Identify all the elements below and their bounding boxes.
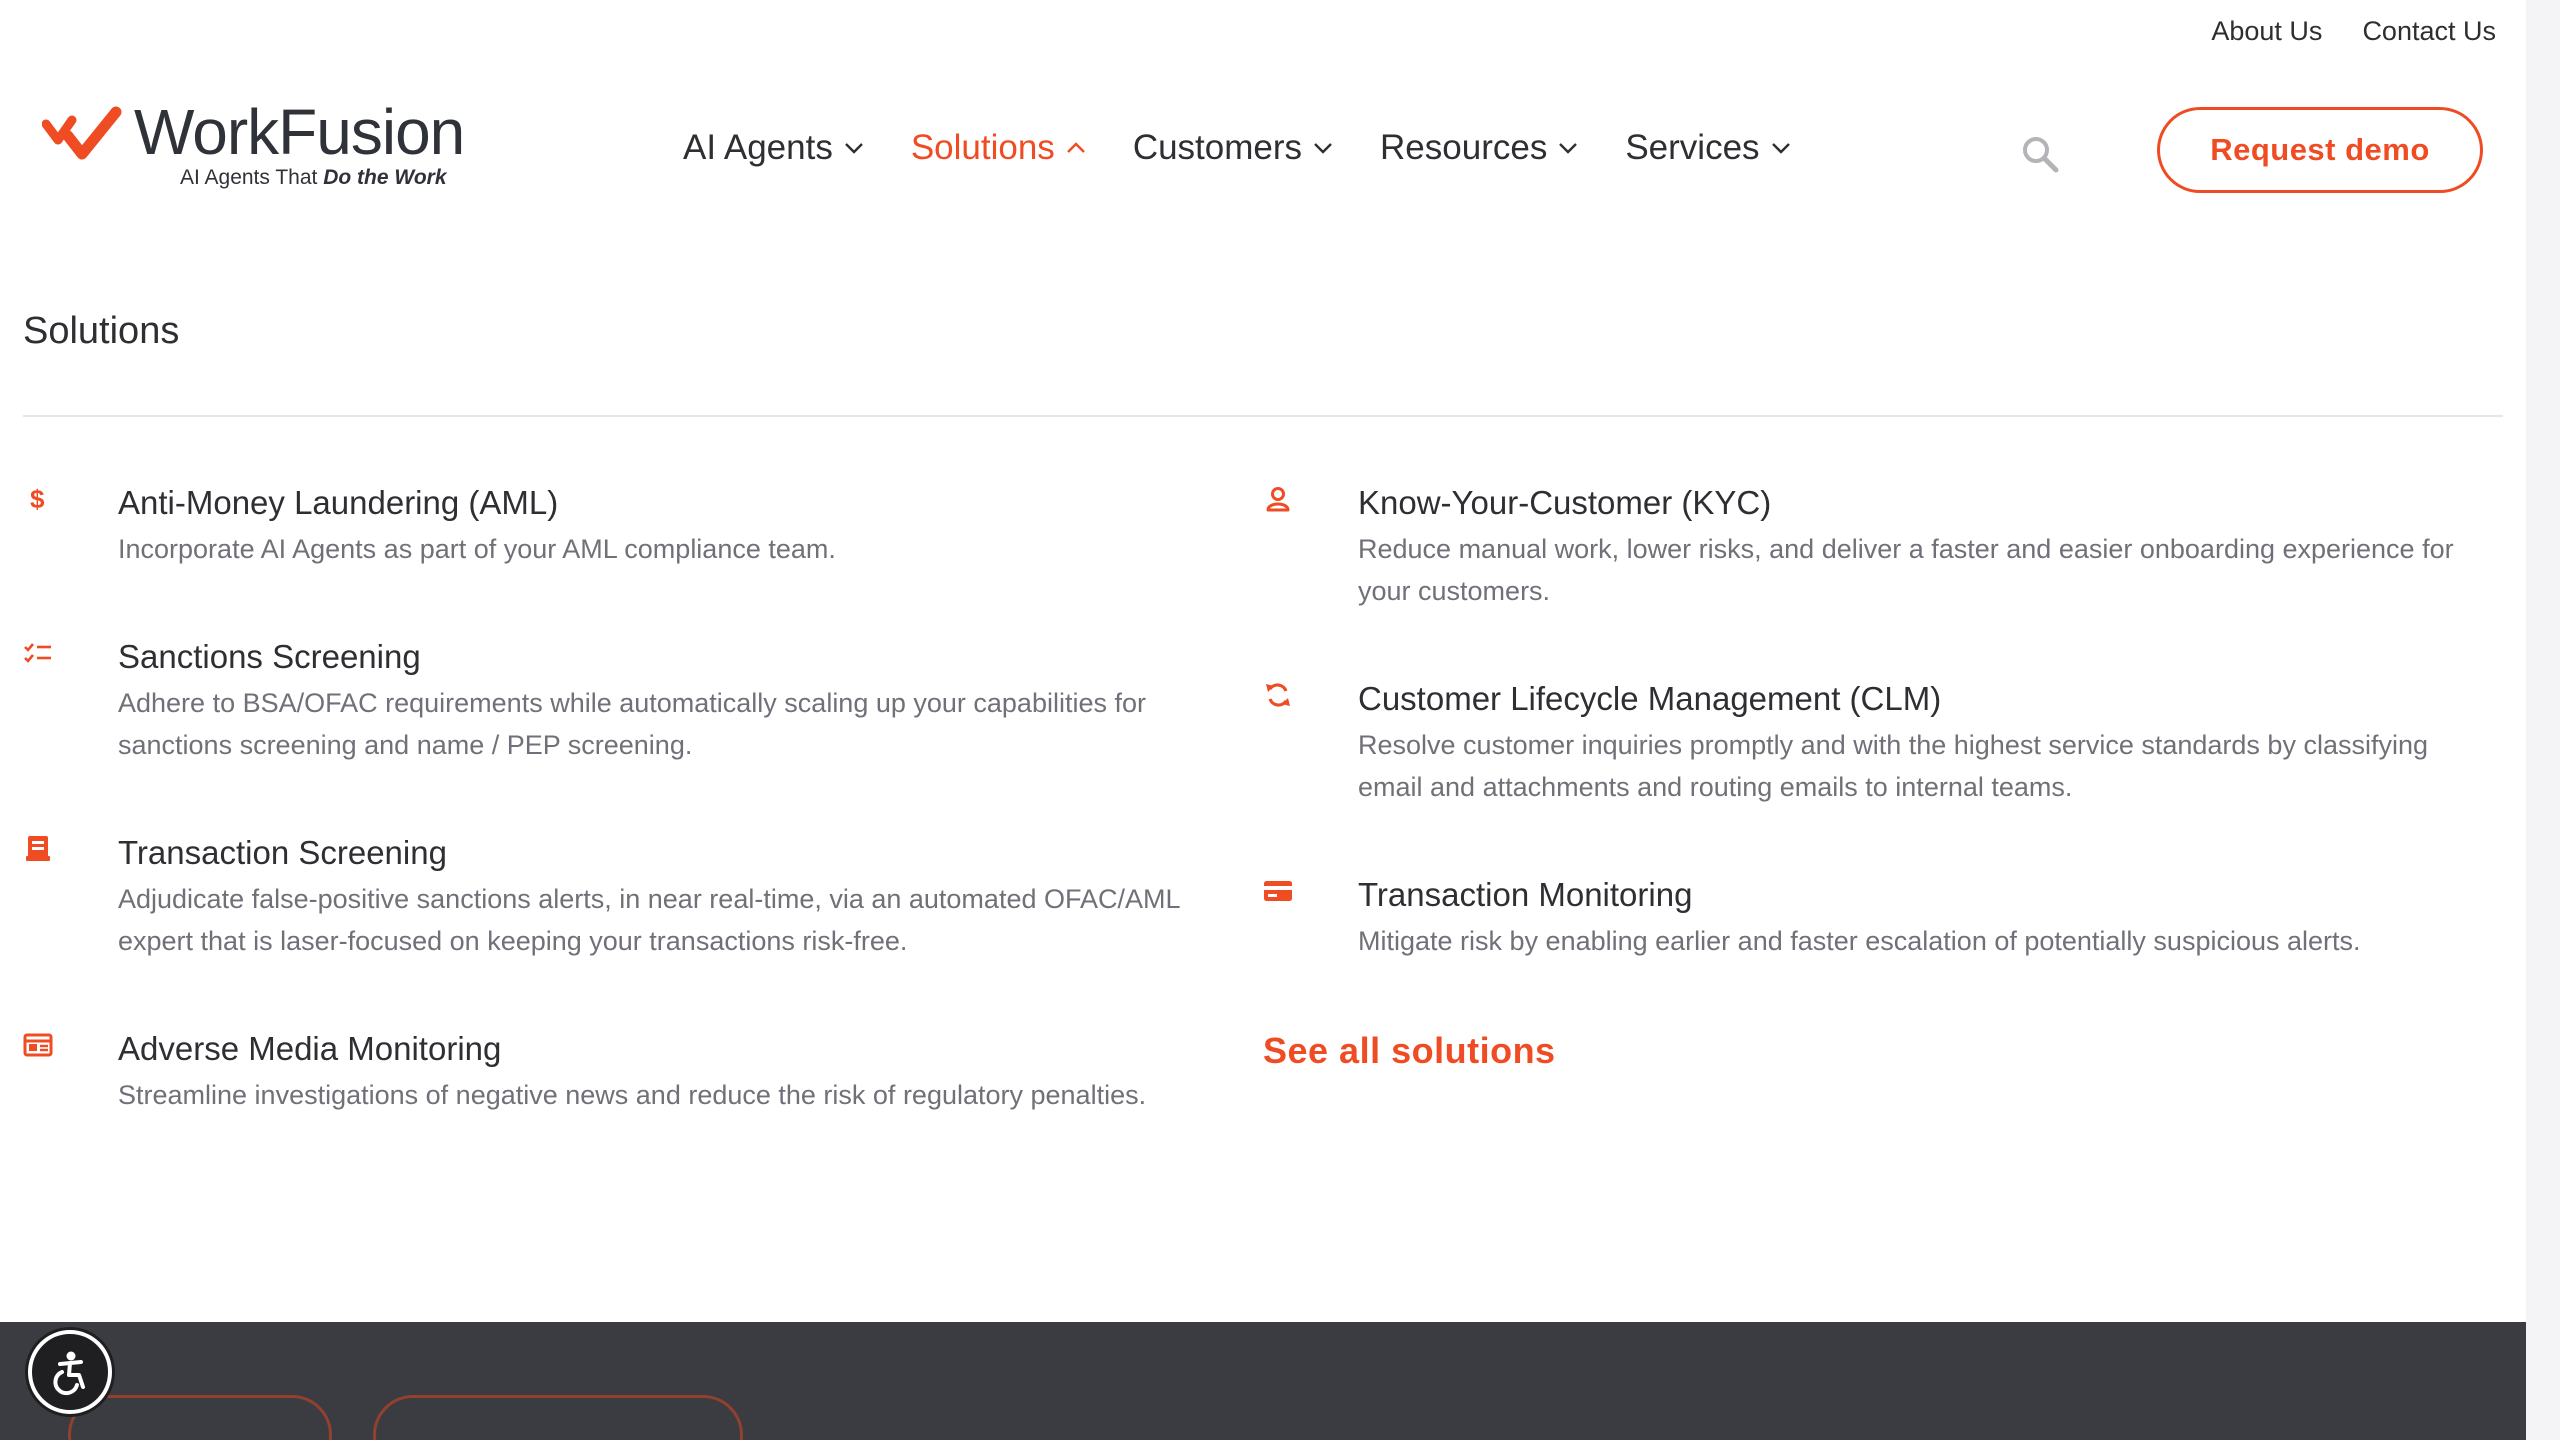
nav-customers-label: Customers [1132,128,1303,167]
section-title: Solutions [23,310,180,352]
nav-resources[interactable]: Resources [1380,128,1579,168]
logo-tagline-emphasis: Do the Work [323,166,447,189]
solution-title: Transaction Screening [118,834,447,871]
nav-solutions[interactable]: Solutions [911,128,1087,168]
see-all-solutions-link[interactable]: See all solutions [1263,1030,1556,1072]
nav-services-label: Services [1625,128,1760,167]
request-demo-button[interactable]: Request demo [2157,107,2483,193]
solution-title: Anti-Money Laundering (AML) [118,484,559,521]
refresh-icon [1263,680,1293,710]
chevron-down-icon [844,143,863,154]
chevron-down-icon [1559,143,1578,154]
accessibility-button[interactable] [28,1330,112,1414]
checklist-icon [23,638,53,668]
solution-title: Transaction Monitoring [1358,876,1693,913]
footer-button[interactable] [68,1395,332,1440]
search-icon[interactable] [2020,134,2060,174]
logo-tagline-prefix: AI Agents That [180,166,324,189]
scrollbar[interactable] [2526,0,2560,1440]
solution-title: Customer Lifecycle Management (CLM) [1358,680,1942,717]
newspaper-icon [23,1030,53,1060]
logo-tagline: AI Agents That Do the Work [180,166,447,190]
solution-description: Mitigate risk by enabling earlier and fa… [1358,926,2361,956]
dollar-icon: $ [23,484,53,514]
solution-title: Adverse Media Monitoring [118,1030,502,1067]
workfusion-logo[interactable]: WorkFusion AI Agents That Do the Work [42,96,465,200]
solution-title: Know-Your-Customer (KYC) [1358,484,1772,521]
accessibility-icon [53,1351,85,1396]
logo-wordmark: WorkFusion [134,96,465,168]
chevron-up-icon [1066,142,1085,153]
nav-ai-agents[interactable]: AI Agents [683,128,865,168]
about-us-link[interactable]: About Us [2211,16,2322,47]
footer-button[interactable] [373,1395,743,1440]
nav-resources-label: Resources [1380,128,1548,167]
user-icon [1263,484,1293,514]
solution-description: Adhere to BSA/OFAC requirements while au… [118,688,1146,760]
credit-card-icon [1263,876,1293,906]
solution-description: Streamline investigations of negative ne… [118,1080,1147,1110]
solution-description: Resolve customer inquiries promptly and … [1358,730,2428,802]
contact-us-link[interactable]: Contact Us [2362,16,2496,47]
receipt-icon [23,834,53,864]
solution-description: Incorporate AI Agents as part of your AM… [118,534,836,564]
chevron-down-icon [1771,143,1790,154]
solution-description: Adjudicate false-positive sanctions aler… [118,884,1180,956]
nav-customers[interactable]: Customers [1133,128,1334,168]
main-nav: AI Agents Solutions Customers Resources … [683,128,1792,168]
solution-description: Reduce manual work, lower risks, and del… [1358,534,2454,606]
nav-solutions-label: Solutions [910,128,1055,167]
svg-text:$: $ [30,484,45,514]
utility-nav: About Us Contact Us [2211,16,2496,47]
nav-ai-agents-label: AI Agents [683,128,833,167]
nav-services[interactable]: Services [1625,128,1791,168]
page: About Us Contact Us WorkFusion AI Agents… [0,0,2560,1440]
solution-title: Sanctions Screening [118,638,421,675]
chevron-down-icon [1314,143,1332,154]
logo-mark-icon [42,106,122,160]
divider [23,415,2503,417]
